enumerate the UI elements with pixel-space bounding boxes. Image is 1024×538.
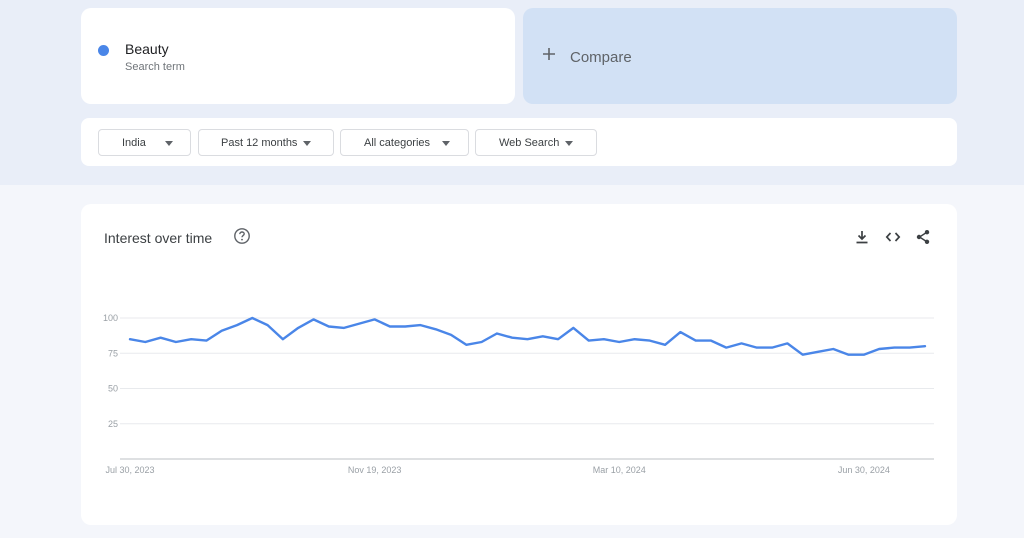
filter-region[interactable]: India (98, 129, 191, 156)
filter-category[interactable]: All categories (340, 129, 469, 156)
plus-icon (543, 48, 555, 60)
caret-down-icon (165, 141, 173, 146)
y-tick-label: 25 (108, 419, 118, 429)
filter-category-label: All categories (364, 137, 431, 149)
search-term-card[interactable]: Beauty Search term (81, 8, 515, 104)
x-tick-label: Mar 10, 2024 (593, 465, 646, 475)
filter-region-label: India (122, 137, 146, 149)
y-tick-label: 75 (108, 348, 118, 358)
series-color-dot (98, 45, 109, 56)
search-term-name[interactable]: Beauty (125, 41, 169, 57)
caret-down-icon (565, 141, 573, 146)
x-tick-label: Nov 19, 2023 (348, 465, 402, 475)
filter-time-range[interactable]: Past 12 months (198, 129, 334, 156)
search-term-subtitle: Search term (125, 61, 185, 73)
y-tick-label: 100 (103, 313, 118, 323)
series-line-beauty (128, 316, 927, 356)
compare-button[interactable]: Compare (523, 8, 957, 104)
filter-search-type[interactable]: Web Search (475, 129, 597, 156)
y-tick-label: 50 (108, 384, 118, 394)
filter-time-range-label: Past 12 months (221, 137, 298, 149)
interest-chart: 25 50 75 100 Jul 30, 2023 Nov 19, 2023 Mar 10,… (103, 313, 934, 475)
interest-over-time-panel: Interest over time 25 50 75 100 Jul 30, 2023… (81, 204, 957, 525)
x-tick-label: Jul 30, 2023 (105, 465, 154, 475)
compare-label: Compare (570, 49, 632, 66)
x-tick-label: Jun 30, 2024 (838, 465, 890, 475)
caret-down-icon (303, 141, 311, 146)
filter-search-type-label: Web Search (499, 137, 560, 149)
caret-down-icon (442, 141, 450, 146)
filter-bar: India Past 12 months All categories Web … (81, 118, 957, 166)
